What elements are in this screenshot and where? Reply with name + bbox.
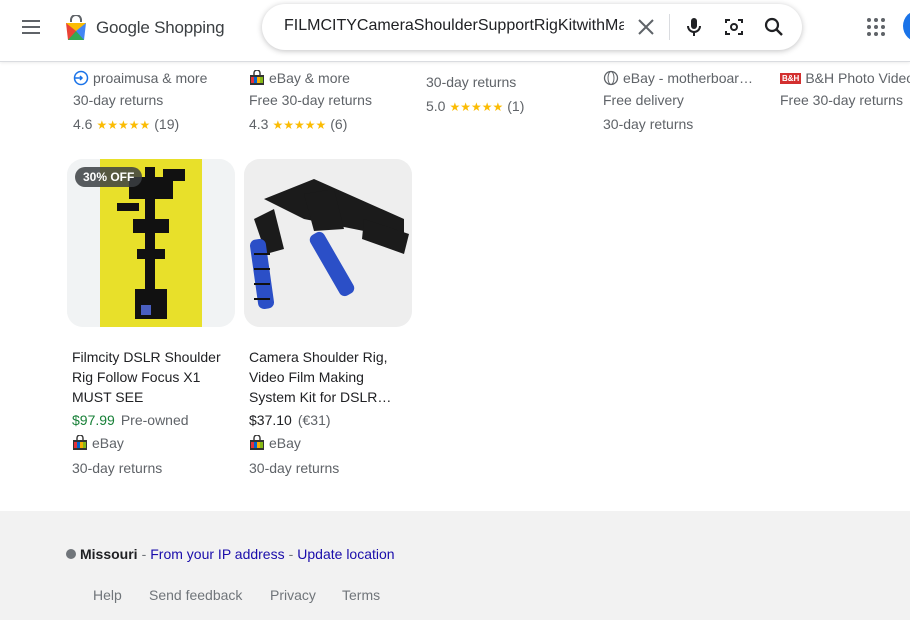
send-feedback-link[interactable]: Send feedback (149, 587, 242, 603)
microphone-icon[interactable] (682, 15, 706, 39)
menu-icon[interactable] (18, 17, 46, 37)
returns-text: 30-day returns (603, 116, 694, 132)
merchant-name: eBay & more (269, 70, 350, 86)
help-link[interactable]: Help (93, 587, 122, 603)
search-box[interactable] (262, 4, 802, 50)
apps-grid-icon[interactable] (866, 17, 886, 37)
lens-camera-icon[interactable] (722, 15, 746, 39)
separator: - (288, 546, 294, 562)
location-line: Missouri - From your IP address - Update… (66, 546, 395, 562)
search-icon[interactable] (762, 15, 786, 39)
returns-text: Free 30-day returns (780, 92, 903, 108)
price-line: $37.10 (€31) (249, 412, 331, 428)
location-name: Missouri (80, 546, 138, 562)
rating-value: 5.0 (426, 98, 446, 114)
product-info-1: proaimusa & more 30-day returns 4.6 ★★★★★… (73, 68, 207, 136)
delivery-text: Free delivery (603, 92, 684, 108)
terms-link[interactable]: Terms (342, 587, 380, 603)
google-shopping-logo[interactable]: Google Shopping (64, 12, 225, 44)
product-card[interactable]: 30% OFF Filmcity DSLR Shoulder Rig Follo… (67, 159, 235, 476)
merchant-name: eBay (269, 435, 301, 451)
shoulder-rig-photo-2 (244, 159, 412, 327)
review-count: (1) (507, 98, 525, 114)
discount-badge: 30% OFF (75, 167, 143, 187)
ip-address-link[interactable]: From your IP address (150, 546, 284, 562)
rating-stars: ★★★★★ (96, 118, 151, 132)
rating-value: 4.6 (73, 116, 93, 132)
search-divider (669, 14, 670, 40)
bh-logo-icon: B&H (780, 72, 802, 84)
product-title[interactable]: Filmcity DSLR Shoulder Rig Follow Focus … (72, 347, 232, 407)
ebay-bag-icon (250, 435, 264, 450)
returns-text: 30-day returns (72, 460, 163, 476)
product-info-2: eBay & more Free 30-day returns 4.3 ★★★★★… (249, 68, 372, 136)
merchant-name: eBay (92, 435, 124, 451)
privacy-link[interactable]: Privacy (270, 587, 316, 603)
returns-text: 30-day returns (249, 460, 340, 476)
merchant-line[interactable]: eBay (72, 435, 124, 451)
shopping-bag-icon (66, 15, 86, 40)
review-count: (19) (154, 116, 180, 132)
merchant-line[interactable]: eBay & more (249, 68, 372, 88)
merchant-line[interactable]: proaimusa & more (73, 68, 207, 88)
product-info-4: eBay - motherboar… Free delivery 30-day … (603, 68, 753, 136)
product-title[interactable]: Camera Shoulder Rig, Video Film Making S… (249, 347, 409, 407)
product-price: $97.99 (72, 412, 115, 428)
rating-stars: ★★★★★ (272, 118, 327, 132)
product-row-previous: proaimusa & more 30-day returns 4.6 ★★★★★… (0, 62, 910, 142)
returns-text: 30-day returns (426, 74, 517, 90)
app-header: Google Shopping (0, 0, 910, 62)
account-avatar[interactable] (903, 10, 910, 42)
merchant-name: eBay - motherboar… (623, 70, 753, 86)
page-footer: Missouri - From your IP address - Update… (0, 511, 910, 620)
location-dot-icon (66, 549, 76, 559)
product-condition: Pre-owned (120, 412, 189, 428)
product-image[interactable]: 30% OFF (67, 159, 235, 327)
separator: - (141, 546, 147, 562)
rating-line: 4.3 ★★★★★ (6) (249, 112, 372, 136)
update-location-link[interactable]: Update location (297, 546, 394, 562)
price-converted: (€31) (297, 412, 331, 428)
product-image[interactable] (244, 159, 412, 327)
rating-value: 4.3 (249, 116, 269, 132)
product-price: $37.10 (249, 412, 292, 428)
returns-text: 30-day returns (73, 92, 164, 108)
clear-icon[interactable] (634, 15, 658, 39)
merchant-name: proaimusa & more (93, 70, 208, 86)
product-info-5: B&H B&H Photo Video Free 30-day returns (780, 68, 910, 112)
product-info-3: 30-day returns 5.0 ★★★★★ (1) (426, 70, 524, 118)
rating-line: 5.0 ★★★★★ (1) (426, 94, 524, 118)
search-input[interactable] (284, 17, 624, 35)
rating-stars: ★★★★★ (449, 100, 504, 114)
globe-icon (603, 70, 619, 86)
review-count: (6) (330, 116, 348, 132)
merchant-line[interactable]: eBay - motherboar… (603, 68, 753, 88)
merchant-name: B&H Photo Video (805, 70, 910, 86)
returns-text: Free 30-day returns (249, 92, 372, 108)
price-line: $97.99 Pre-owned (72, 412, 189, 428)
merchant-proaim-icon (73, 70, 89, 86)
merchant-line[interactable]: eBay (249, 435, 301, 451)
logo-text: Google Shopping (96, 18, 225, 37)
merchant-line[interactable]: B&H B&H Photo Video (780, 68, 910, 88)
ebay-bag-icon (250, 70, 264, 85)
product-card[interactable]: Camera Shoulder Rig, Video Film Making S… (244, 159, 412, 476)
rating-line: 4.6 ★★★★★ (19) (73, 112, 207, 136)
ebay-bag-icon (73, 435, 87, 450)
